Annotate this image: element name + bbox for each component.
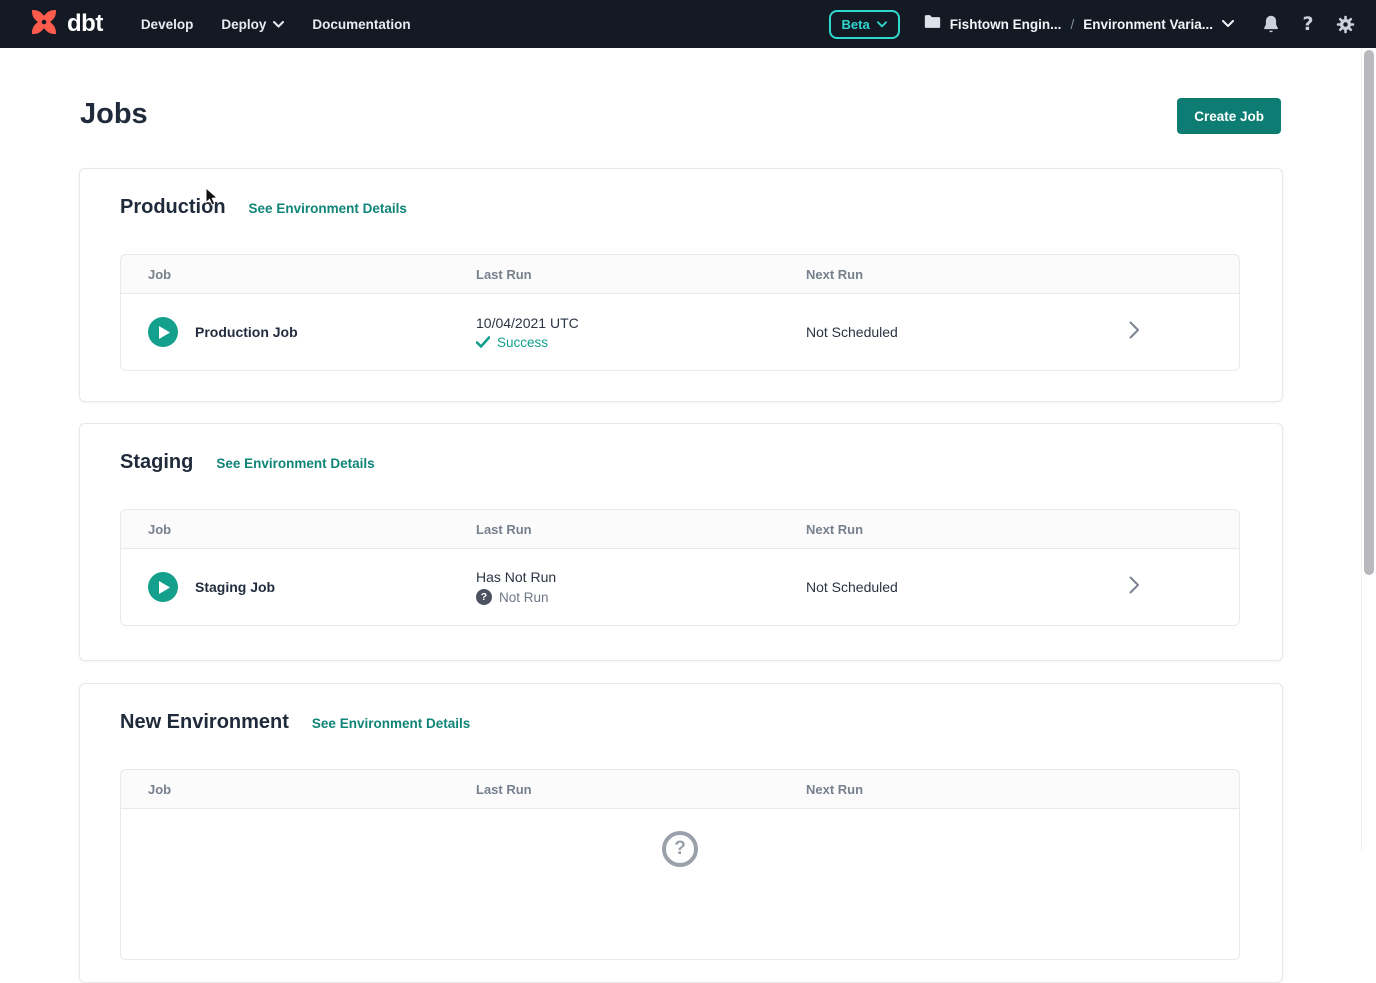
create-job-button[interactable]: Create Job [1177, 98, 1281, 134]
environment-name: New Environment [120, 710, 289, 735]
jobs-table: Job Last Run Next Run ? [120, 769, 1240, 960]
job-name: Staging Job [195, 579, 275, 595]
column-header-job: Job [148, 522, 476, 537]
run-job-play-button[interactable] [148, 317, 178, 347]
folder-icon [924, 14, 941, 34]
main-content: Jobs Create Job Production See Environme… [0, 48, 1376, 850]
jobs-table: Job Last Run Next Run Staging Job Has No… [120, 509, 1240, 626]
environment-card-staging: Staging See Environment Details Job Last… [79, 423, 1283, 661]
settings-gear-icon[interactable] [1334, 13, 1356, 35]
success-check-icon [476, 336, 490, 348]
not-run-question-icon: ? [476, 589, 492, 605]
empty-jobs-body: ? [121, 809, 1239, 959]
breadcrumb-account[interactable]: Fishtown Engin... [950, 17, 1062, 32]
navbar-icons: ? [1260, 13, 1356, 35]
run-job-play-button[interactable] [148, 572, 178, 602]
nav-develop[interactable]: Develop [141, 17, 194, 32]
last-run-date: Has Not Run [476, 569, 806, 585]
column-header-job: Job [148, 267, 476, 282]
see-environment-details-link[interactable]: See Environment Details [216, 456, 374, 471]
empty-state-question-icon: ? [662, 831, 698, 867]
last-run-date: 10/04/2021 UTC [476, 315, 806, 331]
page-title: Jobs [80, 98, 148, 131]
environment-name: Staging [120, 450, 193, 475]
jobs-table-header: Job Last Run Next Run [121, 510, 1239, 549]
column-header-next-run: Next Run [806, 267, 1119, 282]
see-environment-details-link[interactable]: See Environment Details [312, 716, 470, 731]
scrollbar-track[interactable] [1361, 48, 1376, 850]
job-name: Production Job [195, 324, 298, 340]
navbar-right: Beta Fishtown Engin... / Environment Var… [829, 10, 1357, 39]
chevron-down-icon[interactable] [1222, 20, 1234, 28]
breadcrumb-separator: / [1070, 17, 1074, 32]
environment-card-new-environment: New Environment See Environment Details … [79, 683, 1283, 983]
row-chevron-right-icon[interactable] [1119, 576, 1239, 599]
row-chevron-right-icon[interactable] [1119, 321, 1239, 344]
dbt-logo-icon [28, 6, 60, 43]
top-navbar: dbt Develop Deploy Documentation Beta Fi… [0, 0, 1376, 48]
jobs-table-header: Job Last Run Next Run [121, 255, 1239, 294]
jobs-table: Job Last Run Next Run Production Job 10/… [120, 254, 1240, 371]
column-header-next-run: Next Run [806, 782, 1119, 797]
dbt-logo[interactable]: dbt [28, 6, 103, 43]
next-run-value: Not Scheduled [806, 324, 1119, 340]
scrollbar-thumb[interactable] [1364, 50, 1374, 575]
last-run-status: Not Run [499, 590, 549, 605]
dbt-logo-text: dbt [67, 10, 103, 38]
job-row-production[interactable]: Production Job 10/04/2021 UTC Success No… [121, 294, 1239, 370]
beta-dropdown[interactable]: Beta [829, 10, 900, 39]
chevron-down-icon [273, 21, 284, 28]
breadcrumb-current[interactable]: Environment Varia... [1083, 17, 1213, 32]
see-environment-details-link[interactable]: See Environment Details [249, 201, 407, 216]
nav-deploy[interactable]: Deploy [221, 17, 284, 32]
jobs-table-header: Job Last Run Next Run [121, 770, 1239, 809]
environment-card-production: Production See Environment Details Job L… [79, 168, 1283, 402]
column-header-next-run: Next Run [806, 522, 1119, 537]
column-header-last-run: Last Run [476, 522, 806, 537]
next-run-value: Not Scheduled [806, 579, 1119, 595]
chevron-down-icon [877, 21, 887, 28]
column-header-last-run: Last Run [476, 782, 806, 797]
job-row-staging[interactable]: Staging Job Has Not Run ? Not Run Not Sc… [121, 549, 1239, 625]
nav-documentation[interactable]: Documentation [312, 17, 410, 32]
environment-name: Production [120, 195, 226, 220]
last-run-status: Success [497, 335, 548, 350]
notifications-bell-icon[interactable] [1260, 13, 1282, 35]
main-nav: Develop Deploy Documentation [141, 17, 411, 32]
column-header-last-run: Last Run [476, 267, 806, 282]
column-header-job: Job [148, 782, 476, 797]
help-icon[interactable]: ? [1297, 13, 1319, 35]
breadcrumb: Fishtown Engin... / Environment Varia... [924, 14, 1234, 34]
